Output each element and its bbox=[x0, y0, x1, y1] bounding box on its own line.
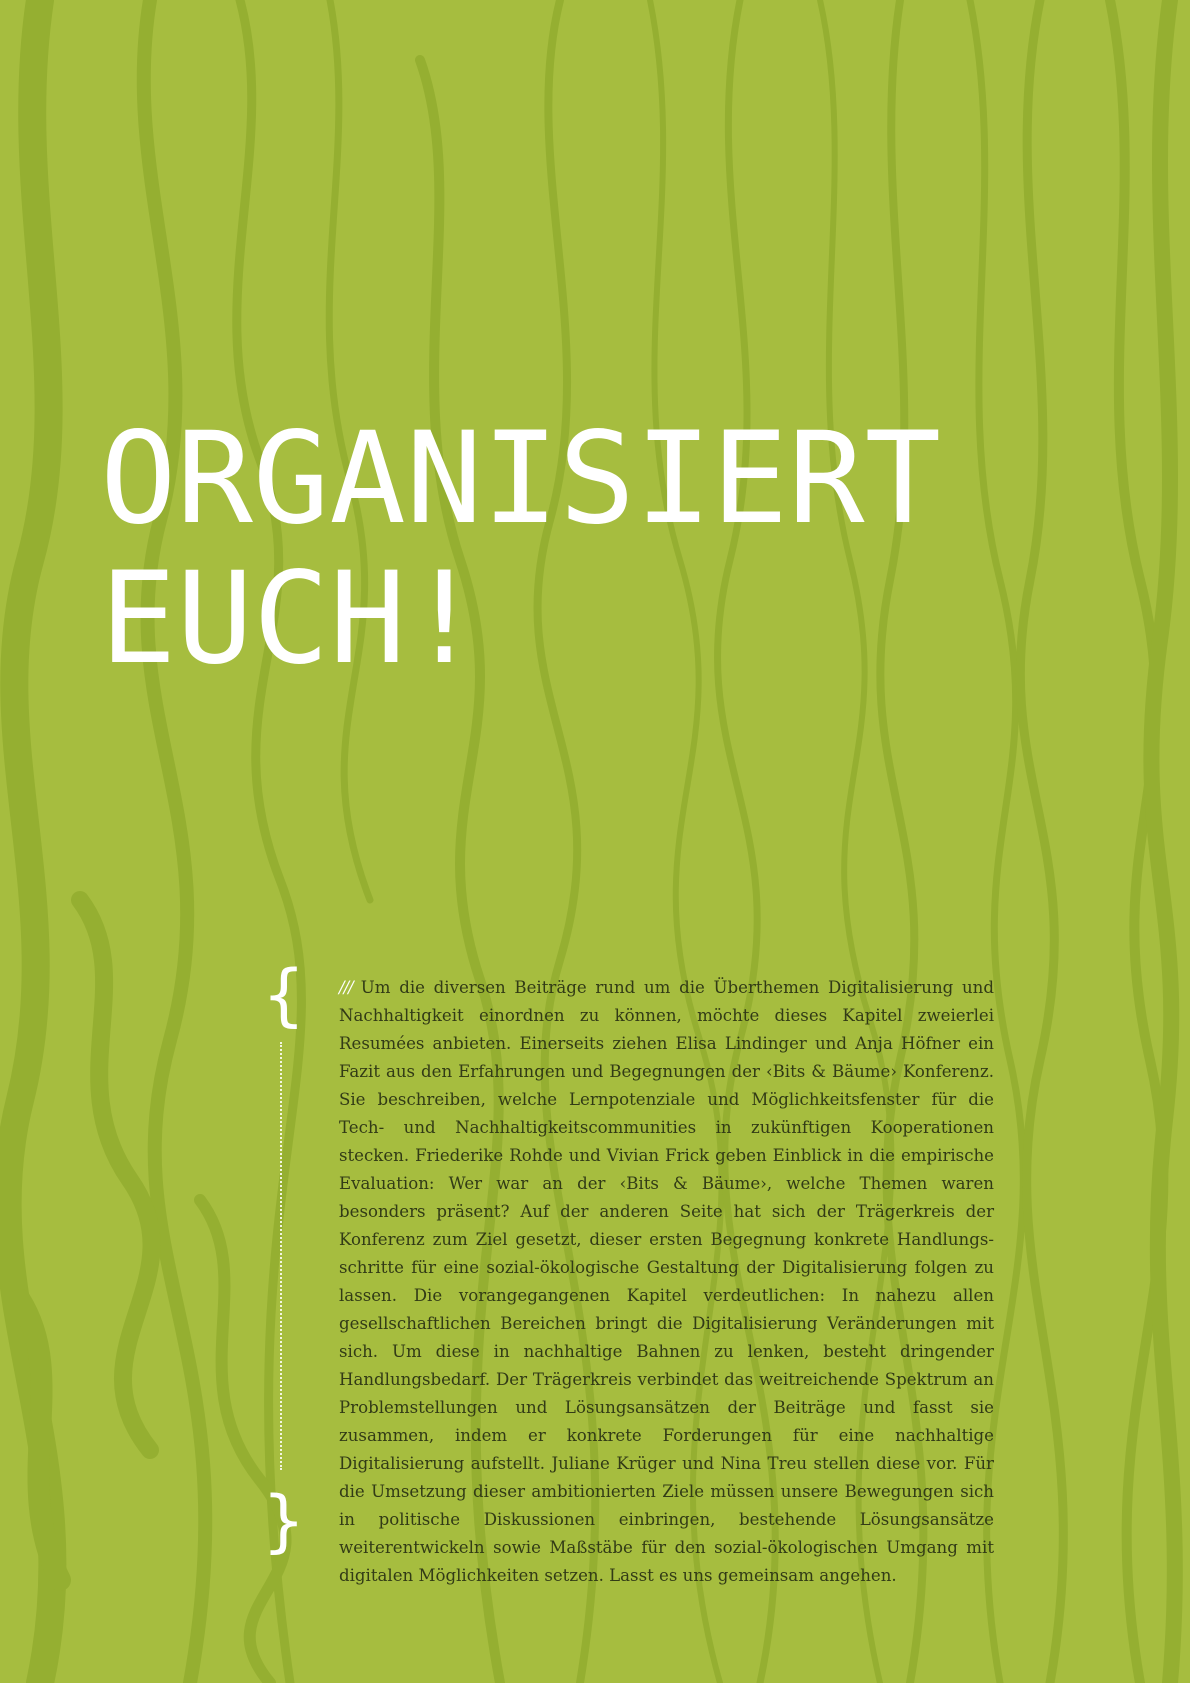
title-line-2: EUCH! bbox=[100, 544, 483, 692]
intro-text: Um die diversen Beiträge rund um die Übe… bbox=[339, 978, 994, 1585]
closing-brace: } bbox=[262, 1482, 306, 1561]
dotted-divider bbox=[280, 1042, 282, 1470]
page-title: ORGANISIERT EUCH! bbox=[100, 408, 941, 688]
opening-brace: { bbox=[262, 956, 306, 1035]
title-line-1: ORGANISIERT bbox=[100, 404, 942, 552]
slash-marker: /// bbox=[339, 978, 354, 997]
page: ORGANISIERT EUCH! { } ///Um die diversen… bbox=[0, 0, 1190, 1683]
intro-paragraph: ///Um die diversen Beiträge rund um die … bbox=[339, 974, 994, 1590]
